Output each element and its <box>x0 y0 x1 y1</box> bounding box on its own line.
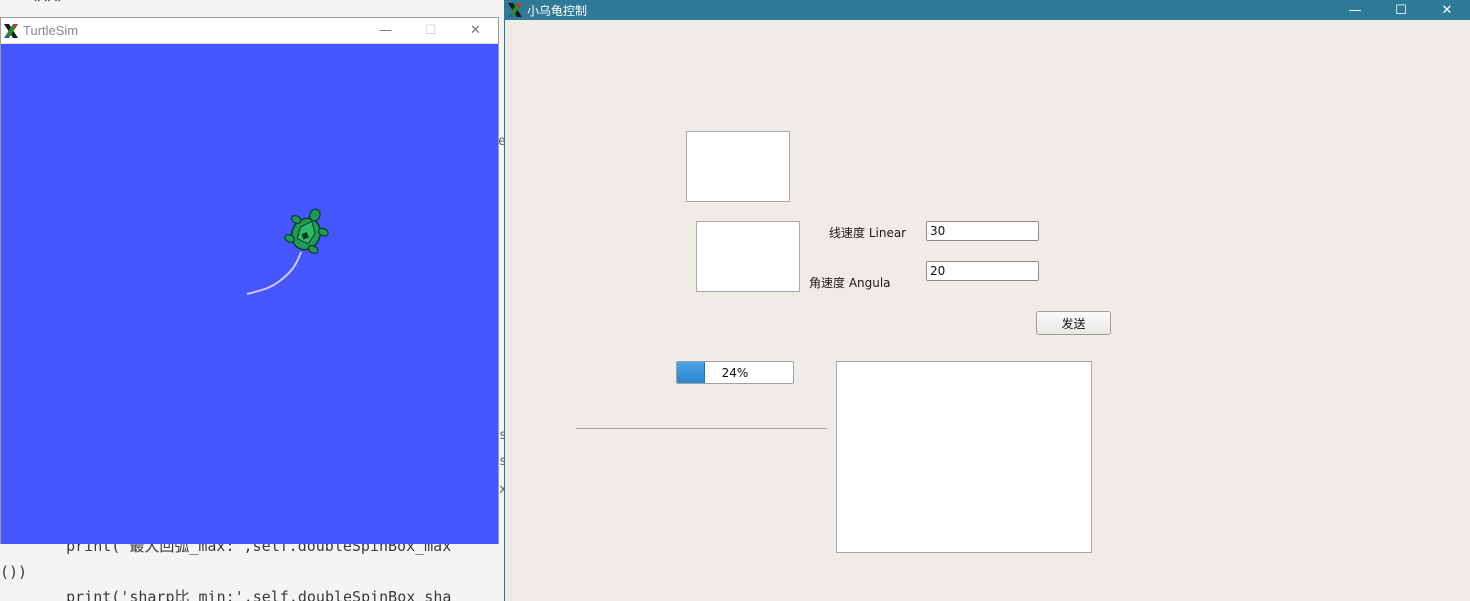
close-button[interactable]: ✕ <box>1424 0 1470 20</box>
close-button[interactable]: ✕ <box>453 18 498 43</box>
control-window: 小乌龟控制 — ☐ ✕ 线速度 Linear 角速度 Angula 发送 24% <box>504 0 1470 601</box>
send-button[interactable]: 发送 <box>1036 311 1111 335</box>
x-window-icon <box>508 3 522 17</box>
minimize-button[interactable]: — <box>363 18 408 43</box>
code-line: print('sharp比 min:',self.doubleSpinBox s… <box>30 588 452 601</box>
minimize-button[interactable]: — <box>1332 0 1378 20</box>
code-line: ()) <box>0 563 28 581</box>
control-titlebar[interactable]: 小乌龟控制 — ☐ ✕ <box>505 0 1470 20</box>
code-line: """ <box>32 0 63 14</box>
angular-speed-input[interactable] <box>926 261 1039 281</box>
image-display-box <box>696 221 800 292</box>
x-window-icon <box>4 23 18 38</box>
turtle-canvas <box>1 44 498 544</box>
progress-bar: 24% <box>676 361 794 384</box>
turtlesim-titlebar[interactable]: TurtleSim — ☐ ✕ <box>1 18 498 44</box>
turtlesim-window: TurtleSim — ☐ ✕ <box>0 17 499 544</box>
linear-speed-label: 线速度 Linear <box>829 226 907 240</box>
window-title: 小乌龟控制 <box>527 3 588 18</box>
progress-text: 24% <box>721 365 749 380</box>
angular-speed-label: 角速度 Angula <box>809 276 891 290</box>
maximize-button[interactable]: ☐ <box>1378 0 1424 20</box>
maximize-button[interactable]: ☐ <box>408 18 453 43</box>
image-display-box <box>686 131 790 202</box>
linear-speed-input[interactable] <box>926 221 1039 241</box>
window-title: TurtleSim <box>23 23 79 38</box>
horizontal-separator <box>576 428 827 429</box>
output-text-area[interactable] <box>836 361 1092 553</box>
